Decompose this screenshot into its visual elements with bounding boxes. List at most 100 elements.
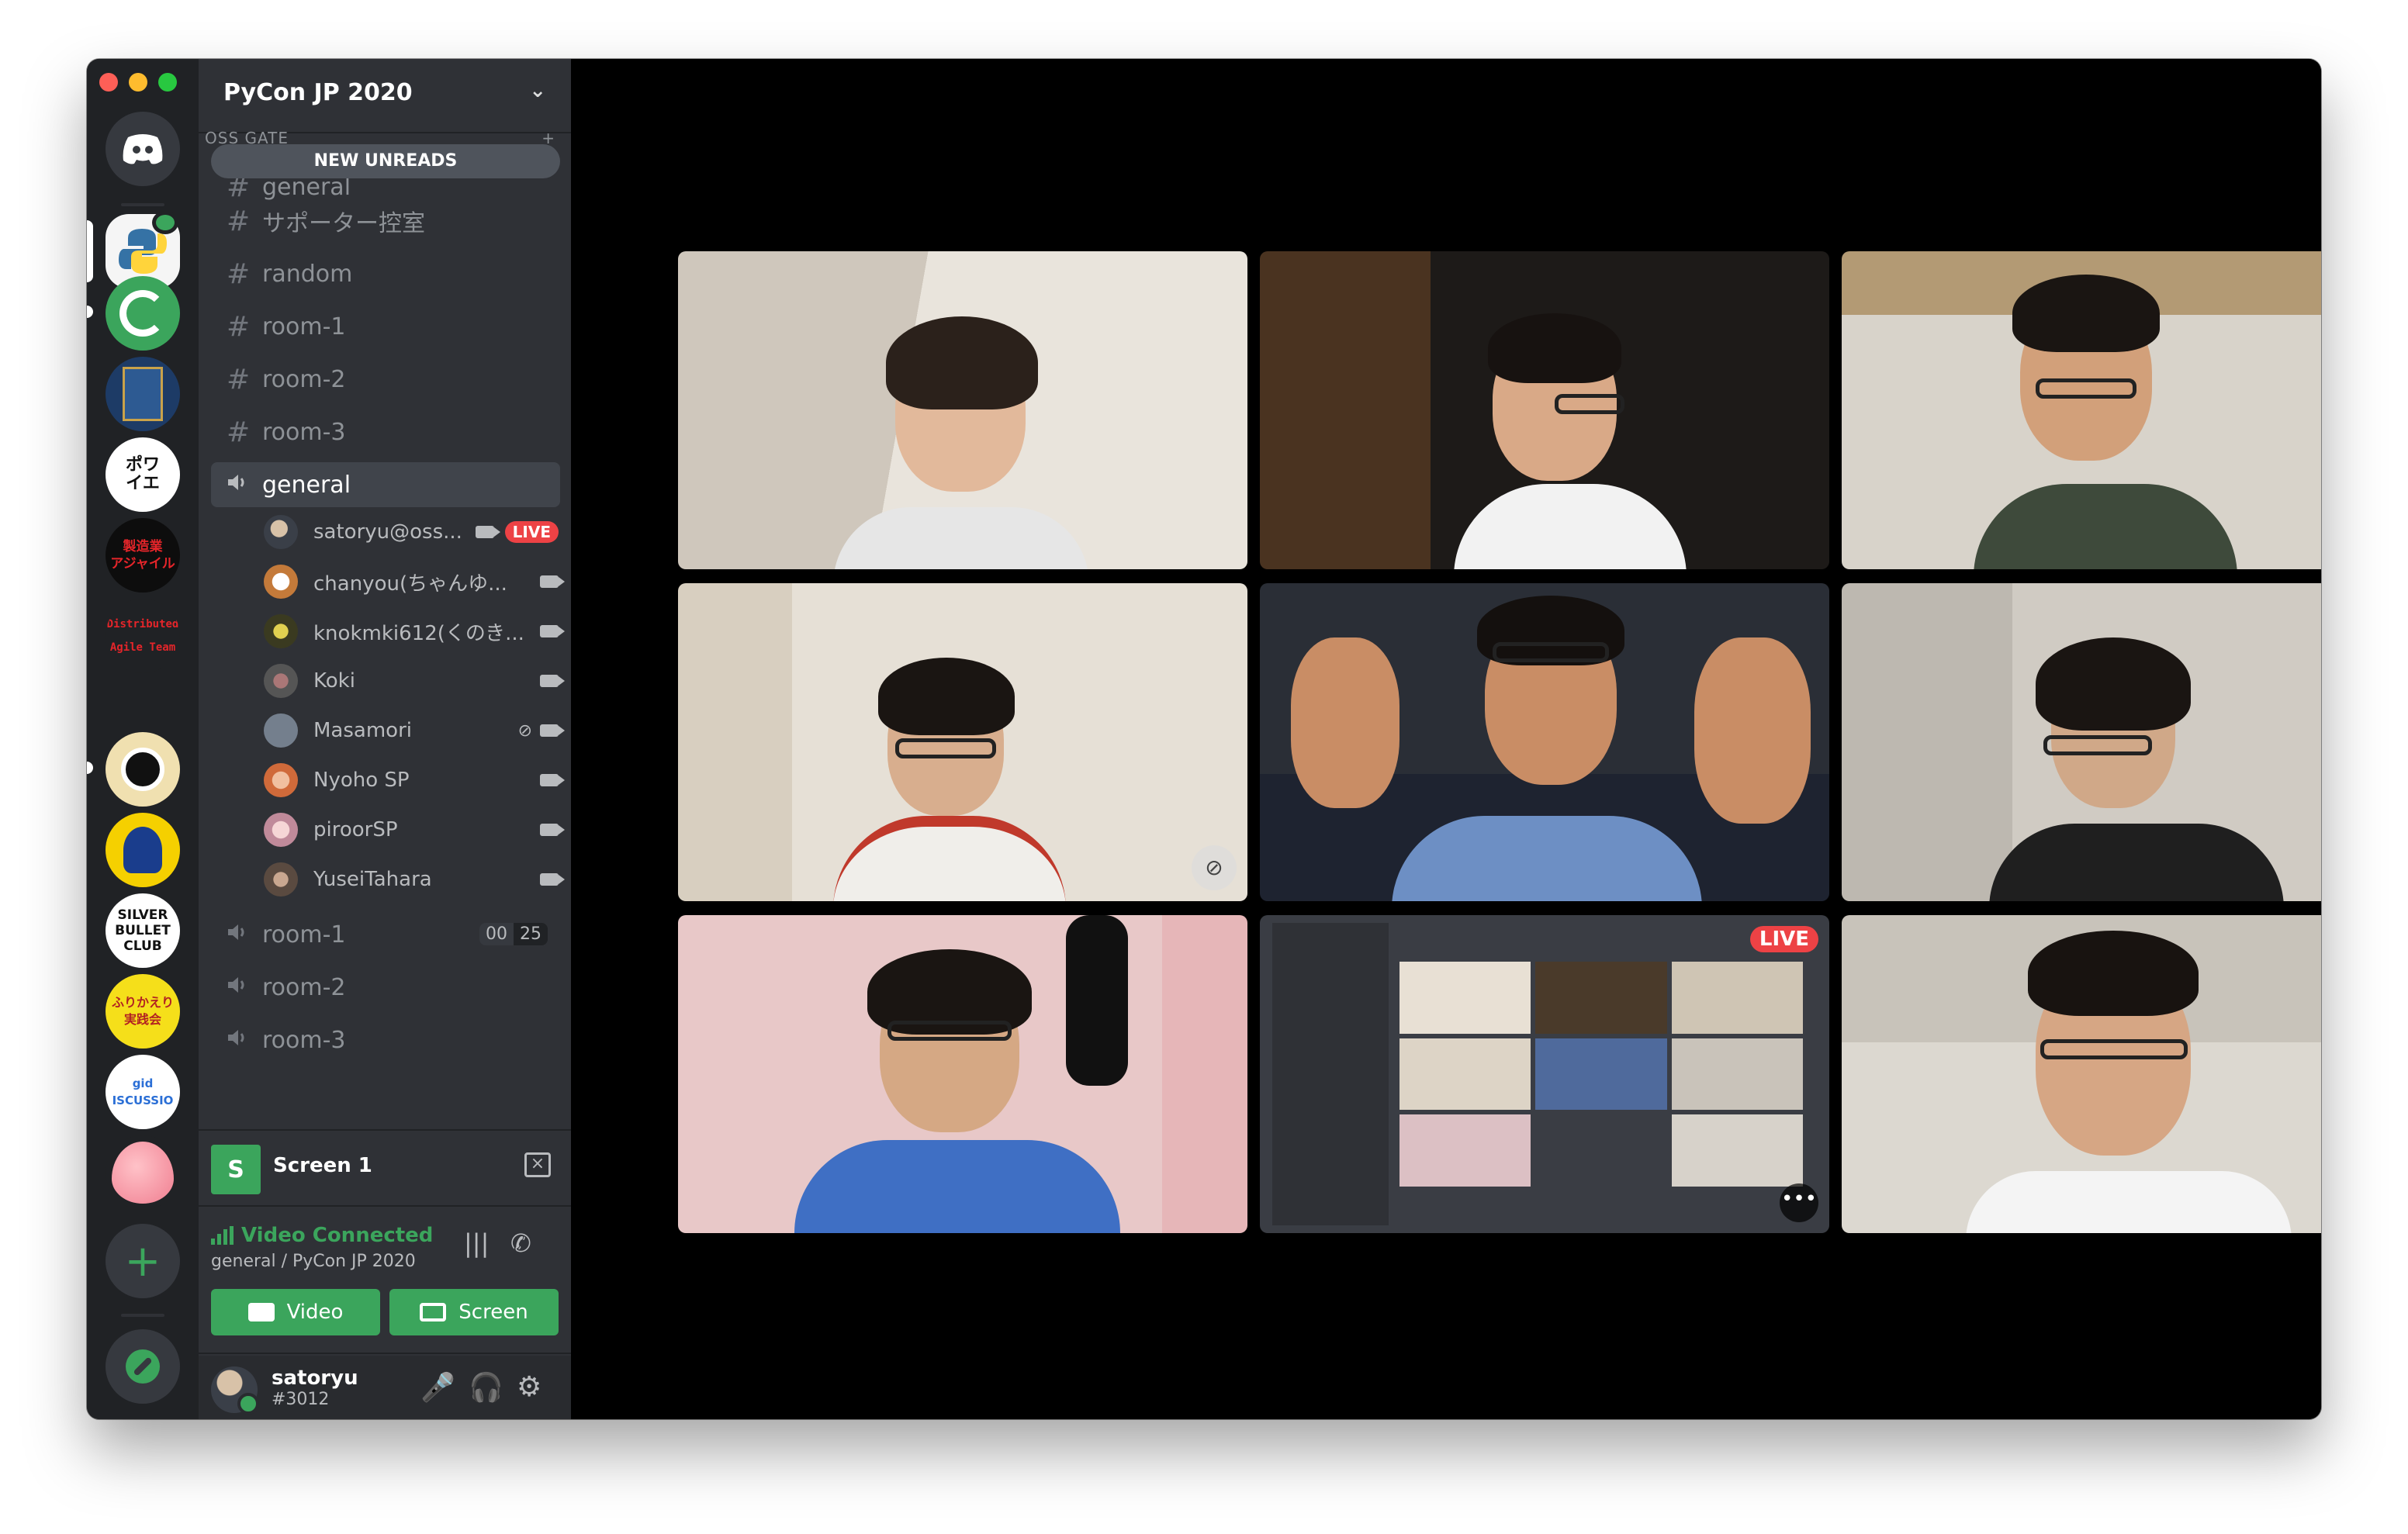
video-tile[interactable] (678, 915, 1247, 1233)
explore-servers-button[interactable] (106, 1329, 180, 1404)
live-badge: LIVE (1749, 926, 1818, 952)
guild-name: PyCon JP 2020 (223, 79, 413, 106)
minimize-window-button[interactable] (129, 73, 147, 92)
muted-mic-icon: ⊘ (1192, 845, 1237, 890)
voice-user[interactable]: piroorSP (264, 808, 565, 852)
add-server-button[interactable]: + (106, 1224, 180, 1298)
text-channel[interactable]: # random (211, 251, 560, 296)
home-button[interactable] (106, 112, 180, 186)
voice-channel-general[interactable]: general (211, 462, 560, 507)
noise-suppression-icon[interactable]: ||| (464, 1228, 489, 1258)
voice-user[interactable]: knokmki612(くのき... (264, 610, 565, 653)
voice-user[interactable]: satoryu@oss... LIVE (264, 510, 559, 554)
hash-icon: # (227, 257, 251, 290)
chevron-down-icon[interactable]: ⌄ (529, 79, 546, 132)
voice-channel-room-2[interactable]: room-2 (211, 965, 560, 1010)
server-silver-bullet[interactable]: SILVER BULLET CLUB (106, 893, 180, 968)
voice-user-name: piroorSP (313, 818, 398, 841)
participant-body (833, 816, 1066, 901)
channel-name: room-3 (262, 418, 346, 446)
participant-glasses (1555, 394, 1624, 414)
video-tile[interactable] (1842, 915, 2321, 1233)
video-tile[interactable] (1842, 583, 2321, 901)
server-distributed[interactable]: Distributed Agile Team (106, 599, 180, 673)
active-server-indicator (87, 220, 93, 282)
voice-user[interactable]: Nyoho SP (264, 758, 565, 802)
disconnect-icon[interactable]: ✆ (510, 1228, 531, 1258)
text-channel[interactable]: # サポーター控室 (211, 199, 560, 244)
participant-body (833, 507, 1089, 569)
text-channel[interactable]: # room-2 (211, 357, 560, 402)
voice-user-name: Koki (313, 669, 355, 693)
participant-hand (1694, 637, 1811, 824)
server-discussion[interactable]: gid ISCUSSIO (106, 1055, 180, 1129)
screen-share-icon (420, 1303, 447, 1322)
participant-hair (2036, 637, 2191, 731)
participant-glasses (887, 1021, 1012, 1041)
participant-hair (2012, 275, 2160, 352)
new-unreads-banner[interactable]: NEW UNREADS (211, 144, 560, 178)
close-window-button[interactable] (99, 73, 118, 92)
muted-mic-icon: ⊘ (517, 720, 532, 741)
screen-button[interactable]: Screen (389, 1289, 559, 1335)
voice-user[interactable]: YuseiTahara (264, 858, 565, 901)
speaker-icon (227, 1027, 262, 1054)
guild-header[interactable]: PyCon JP 2020 ⌄ (199, 59, 571, 133)
unread-indicator (87, 762, 93, 774)
avatar-icon (123, 827, 162, 873)
participant-body (1392, 816, 1702, 901)
video-tile[interactable] (1842, 251, 2321, 569)
shared-screen-sidebar (1272, 923, 1389, 1225)
participant-glasses (2043, 735, 2152, 755)
peach-icon (112, 1142, 174, 1204)
participant-hair (1488, 313, 1621, 383)
window-controls (99, 73, 177, 92)
channel-name: room-3 (262, 1026, 346, 1054)
server-agile[interactable]: 製造業 アジャイル (106, 518, 180, 593)
avatar[interactable] (211, 1366, 259, 1415)
video-stage: ⊘ LIVE ••• (571, 59, 2321, 1419)
participant-hair (2028, 931, 2199, 1016)
video-button[interactable]: Video (211, 1289, 380, 1335)
voice-user[interactable]: chanyou(ちゃんゆ... (264, 560, 565, 603)
hash-icon: # (227, 205, 251, 237)
voice-channel-room-3[interactable]: room-3 (211, 1017, 560, 1062)
server-avatar-1[interactable] (106, 732, 180, 807)
speaker-icon (227, 974, 262, 1001)
text-channel[interactable]: # room-3 (211, 409, 560, 454)
server-book[interactable] (106, 357, 180, 431)
text-channel[interactable]: # room-1 (211, 304, 560, 349)
stop-screen-share-icon[interactable]: × (524, 1152, 551, 1177)
settings-gear-icon[interactable]: ⚙ (517, 1371, 541, 1403)
avatar (264, 813, 298, 847)
microphone-icon[interactable]: 🎤 (420, 1371, 455, 1404)
camera-icon (247, 1303, 275, 1322)
video-tile[interactable] (678, 251, 1247, 569)
discord-window: ポワ イエ 製造業 アジャイル Distributed Agile Team S… (87, 59, 2321, 1419)
connection-status[interactable]: Video Connected (211, 1224, 433, 1247)
screen-thumbnail[interactable]: S (211, 1145, 261, 1194)
user-count: 00 (479, 923, 514, 945)
channel-name: room-2 (262, 365, 346, 393)
microphone-prop (1066, 915, 1128, 1086)
voice-user[interactable]: Koki (264, 659, 565, 703)
server-g[interactable] (106, 276, 180, 351)
server-poi[interactable]: ポワ イエ (106, 437, 180, 512)
headphones-icon[interactable]: 🎧 (469, 1371, 503, 1404)
server-avatar-2[interactable] (106, 813, 180, 887)
add-server-icon: + (124, 1235, 161, 1287)
participant-hand (1291, 637, 1399, 808)
video-tile[interactable] (1260, 251, 1829, 569)
avatar (264, 862, 298, 897)
video-tile[interactable] (1260, 583, 1829, 901)
zoom-window-button[interactable] (158, 73, 177, 92)
hash-icon: # (227, 416, 251, 448)
avatar (264, 763, 298, 797)
server-furikaeri[interactable]: ふりかえり 実践会 (106, 974, 180, 1049)
more-options-icon[interactable]: ••• (1780, 1183, 1818, 1222)
voice-user[interactable]: Masamori ⊘ (264, 709, 565, 752)
video-tile[interactable]: ⊘ (678, 583, 1247, 901)
voice-channel-room-1[interactable]: room-1 00 25 (211, 912, 560, 957)
video-tile-screen-share[interactable]: LIVE ••• (1260, 915, 1829, 1233)
server-peach[interactable] (106, 1135, 180, 1210)
